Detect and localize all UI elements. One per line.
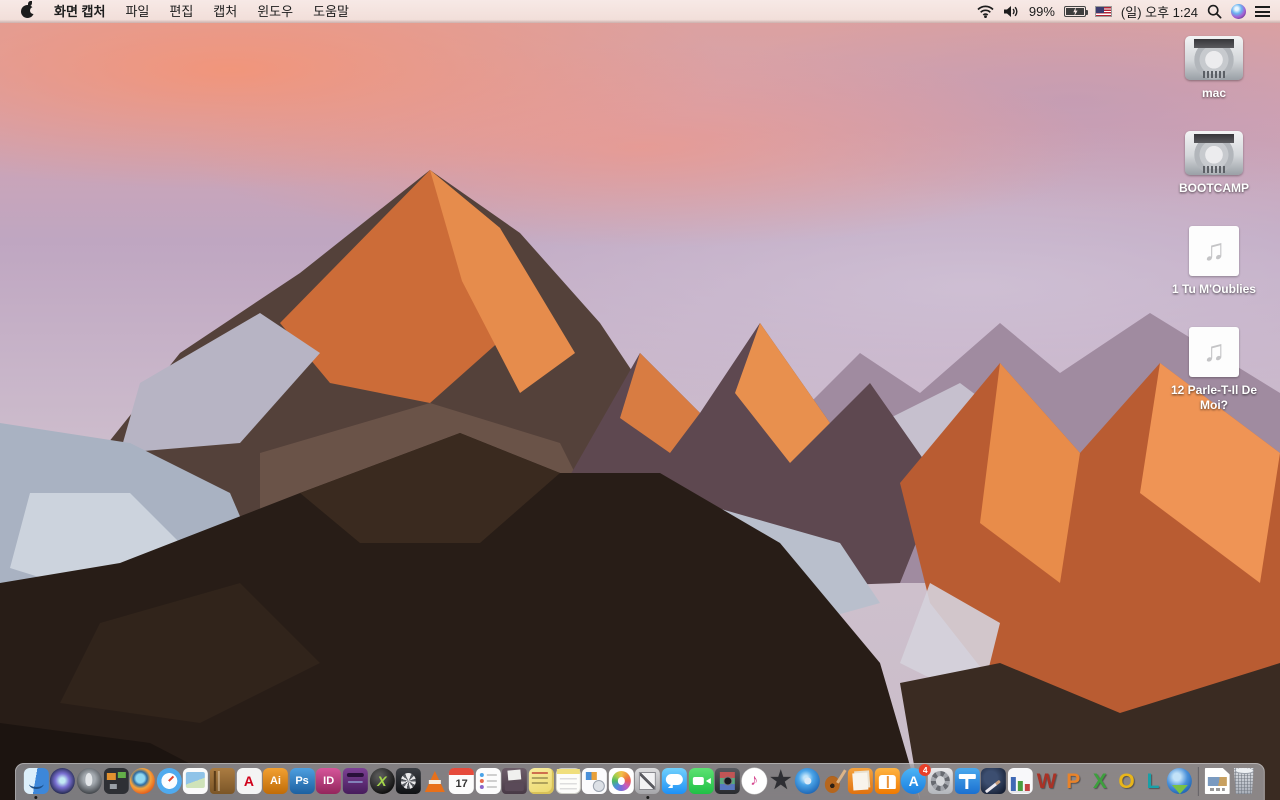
dock-item-office-chart[interactable] <box>1007 768 1033 794</box>
screen-capture-running-indicator <box>646 796 650 799</box>
desktop-icon-column: mac BOOTCAMP ♫ 1 Tu M'Oublies ♫ 12 Parle… <box>1162 36 1266 443</box>
volume-icon[interactable] <box>1003 5 1020 18</box>
menu-item-help[interactable]: 도움말 <box>303 0 359 23</box>
lync-glyph: L <box>1146 769 1160 793</box>
dock-item-messages[interactable] <box>661 768 687 794</box>
dock-item-lync[interactable]: L <box>1141 768 1166 794</box>
dock-separator <box>1197 766 1199 796</box>
desktop-icon-bootcamp[interactable]: BOOTCAMP <box>1179 131 1249 196</box>
dock-item-stickies[interactable] <box>528 768 554 794</box>
menu-bar: 화면 캡처 파일 편집 캡처 윈도우 도움말 99% (일) 오후 1:24 <box>0 0 1280 23</box>
dock-item-outlook[interactable]: O <box>1114 768 1139 794</box>
audio-file-icon: ♫ <box>1189 327 1239 377</box>
menu-app-name[interactable]: 화면 캡처 <box>44 0 115 23</box>
calendar-glyph: 17 <box>455 778 468 790</box>
dock-item-photo-booth[interactable] <box>715 768 741 794</box>
dock-item-trash[interactable] <box>1233 768 1254 794</box>
dock-item-scanner[interactable] <box>502 768 528 794</box>
wifi-icon[interactable] <box>977 5 994 18</box>
dock-item-screen-capture[interactable] <box>635 768 661 799</box>
dock-item-web-download[interactable] <box>1167 768 1193 794</box>
desktop-icon-label: 12 Parle-T-Il De Moi? <box>1170 383 1258 412</box>
notification-center-icon[interactable] <box>1255 6 1270 17</box>
itunes-glyph: ♪ <box>750 772 759 789</box>
menu-item-capture[interactable]: 캡처 <box>203 0 247 23</box>
dock-item-template-doc[interactable] <box>582 768 608 794</box>
audio-file-icon: ♫ <box>1188 226 1239 276</box>
outlook-glyph: O <box>1118 769 1135 793</box>
dock-item-photos[interactable] <box>608 768 634 794</box>
desktop-icon-audio-2[interactable]: ♫ 12 Parle-T-Il De Moi? <box>1162 327 1266 413</box>
desktop-icon-mac[interactable]: mac <box>1185 36 1243 101</box>
dock-item-safari[interactable] <box>156 768 182 794</box>
dock-item-fan-disk[interactable] <box>395 768 421 794</box>
wallpaper <box>0 23 1280 800</box>
dock-item-mission-control[interactable] <box>103 768 129 794</box>
search-icon[interactable] <box>1207 4 1222 19</box>
dock-item-app-store[interactable]: A4 <box>901 764 932 794</box>
dock-item-acrobat[interactable]: A <box>236 768 262 794</box>
dock-item-facetime[interactable] <box>688 768 714 794</box>
dock-item-notepad[interactable] <box>555 768 581 794</box>
dock-item-dvd[interactable] <box>794 768 820 794</box>
imovie-glyph: ★ <box>770 767 792 794</box>
dock-item-siri[interactable] <box>50 768 76 794</box>
dock-item-reminders[interactable] <box>475 768 501 794</box>
dock-item-toast[interactable] <box>342 768 368 794</box>
dock-item-news[interactable] <box>848 768 874 794</box>
menu-bar-status: 99% (일) 오후 1:24 <box>977 2 1280 21</box>
desktop-icon-label: mac <box>1201 86 1227 100</box>
menu-bar-clock[interactable]: (일) 오후 1:24 <box>1121 2 1198 21</box>
dock-item-keynote[interactable] <box>954 768 980 794</box>
dock-item-pen[interactable] <box>981 768 1007 794</box>
dock-item-launchpad[interactable] <box>76 768 102 794</box>
menu-item-edit[interactable]: 편집 <box>159 0 203 23</box>
dock-item-powerpoint[interactable]: P <box>1061 768 1086 794</box>
wallpaper-mountains <box>0 170 1280 800</box>
dock-item-garageband[interactable] <box>821 768 846 794</box>
x-ball-glyph: X <box>377 773 387 789</box>
desktop-icon-label: 1 Tu M'Oublies <box>1172 282 1256 296</box>
dock-item-itunes[interactable]: ♪ <box>741 768 767 794</box>
dock-item-preview[interactable] <box>183 768 209 794</box>
apple-menu-icon[interactable] <box>21 1 37 18</box>
input-flag-icon[interactable] <box>1094 6 1112 17</box>
word-glyph: W <box>1036 769 1057 793</box>
powerpoint-glyph: P <box>1066 769 1081 793</box>
dock-item-vlc[interactable] <box>423 768 448 794</box>
dock-item-excel[interactable]: X <box>1087 768 1112 794</box>
acrobat-glyph: A <box>243 773 254 789</box>
battery-icon[interactable] <box>1063 6 1088 17</box>
photoshop-glyph: Ps <box>295 774 309 787</box>
dock: A Ai Ps ID X 17 ♪ ★ A 4 W P X O L <box>14 763 1266 800</box>
menu-item-file[interactable]: 파일 <box>115 0 159 23</box>
excel-glyph: X <box>1092 769 1107 793</box>
finder-running-indicator <box>34 796 38 799</box>
dock-item-indesign[interactable]: ID <box>316 768 342 794</box>
siri-icon[interactable] <box>1231 4 1246 19</box>
menu-item-window[interactable]: 윈도우 <box>247 0 303 23</box>
dock-item-photoshop[interactable]: Ps <box>289 768 315 794</box>
dock-item-imovie[interactable]: ★ <box>768 768 793 794</box>
battery-percent: 99% <box>1028 4 1055 19</box>
dock-item-recent-document[interactable] <box>1204 768 1230 794</box>
menu-bar-left: 화면 캡처 파일 편집 캡처 윈도우 도움말 <box>0 0 359 23</box>
desktop-icon-label: BOOTCAMP <box>1179 181 1249 195</box>
dock-item-finder[interactable] <box>23 768 49 799</box>
dock-item-calendar[interactable]: 17 <box>449 768 475 794</box>
dock-item-ibooks[interactable] <box>874 768 900 794</box>
desktop-icon-audio-1[interactable]: ♫ 1 Tu M'Oublies <box>1172 226 1256 297</box>
dock-item-system-preferences[interactable] <box>927 768 953 794</box>
dock-item-illustrator[interactable]: Ai <box>262 768 288 794</box>
dock-item-contacts[interactable] <box>209 768 235 794</box>
hard-drive-icon <box>1185 36 1243 80</box>
indesign-glyph: ID <box>323 774 335 787</box>
hard-drive-icon <box>1185 131 1243 175</box>
dock-item-x-ball[interactable]: X <box>369 768 395 794</box>
dock-item-firefox[interactable] <box>130 768 156 794</box>
macos-desktop: 화면 캡처 파일 편집 캡처 윈도우 도움말 99% (일) 오후 1:24 m… <box>0 0 1280 800</box>
dock-item-word[interactable]: W <box>1034 768 1059 794</box>
illustrator-glyph: Ai <box>269 774 281 787</box>
